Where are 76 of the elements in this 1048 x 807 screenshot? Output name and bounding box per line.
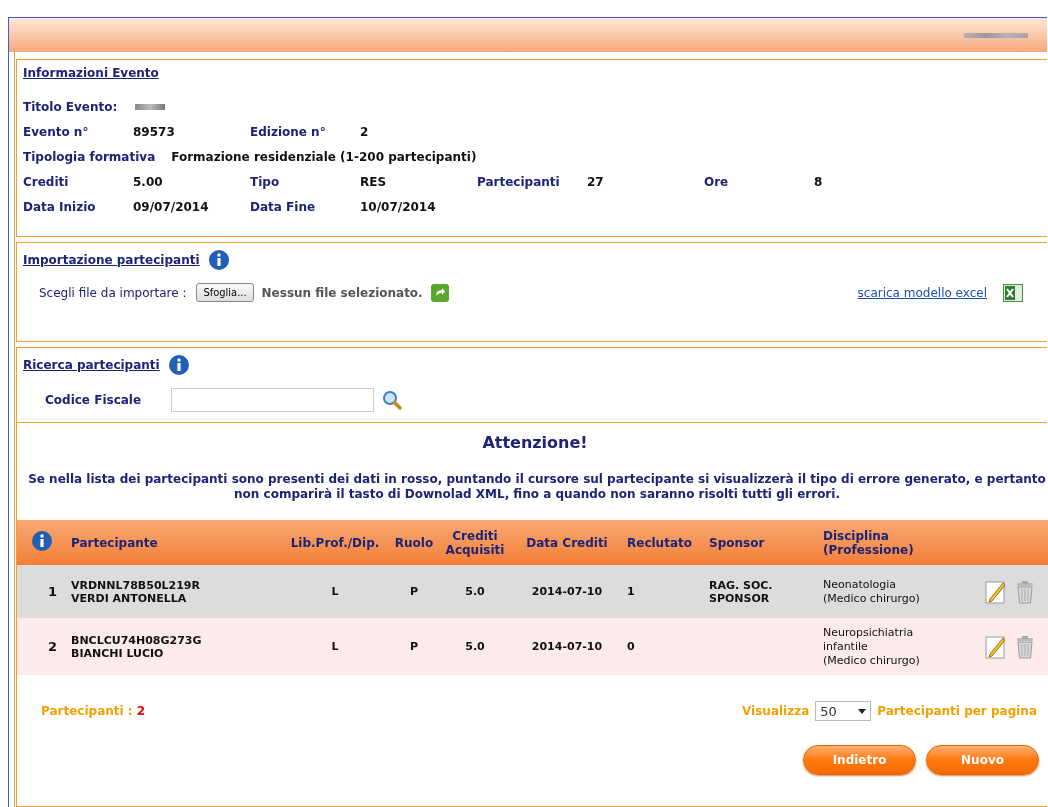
field-label: Partecipanti: [477, 175, 561, 189]
field-value: 10/07/2014: [360, 200, 437, 214]
participant-name: VERDI ANTONELLA: [71, 591, 188, 605]
section-heading[interactable]: Importazione partecipanti: [23, 253, 200, 267]
field-label: Partecipanti per pagina: [877, 704, 1037, 718]
column-header: Disciplina (Professione): [819, 520, 981, 565]
template-link[interactable]: scarica modello excel: [857, 285, 987, 300]
field-value: 5.00: [133, 175, 164, 189]
section-heading[interactable]: Informazioni Evento: [23, 66, 1041, 80]
file-status: Nessun file selezionato.: [261, 285, 423, 300]
blurred-text: [135, 104, 166, 110]
discipline: Neuropsichiatria infantile: [823, 625, 915, 654]
spreadsheet-icon[interactable]: [1003, 283, 1023, 302]
warning-message: Se nella lista dei partecipanti sono presenti dei dati in rosso, puntando il cursore sul partecipante si visualizzerà il tipo di errore generato, e pertanto non comparirà il tasto di Downolad XML, fino a quando non saranno risolti tutti gli errori.: [27, 472, 1047, 502]
edit-icon[interactable]: [985, 579, 1007, 604]
field-value: 09/07/2014: [133, 200, 210, 214]
field-label: Crediti: [23, 175, 70, 189]
table-cell: P: [409, 640, 419, 653]
table-cell: RAG. SOC. SPONSOR: [709, 578, 773, 605]
column-header: Reclutato: [623, 520, 705, 565]
table-cell: 5.0: [465, 585, 485, 598]
column-header: Sponsor: [705, 520, 819, 565]
table-row[interactable]: 2 BNCLCU74H08G273G BIANCHI LUCIO L P 5.0 2014-07-10 0 Neuropsichiatria infantile (Medico chirurgo): [17, 618, 1048, 675]
field-value: Formazione residenziale (1-200 partecipanti): [171, 150, 477, 164]
field-value: 8: [814, 175, 824, 189]
info-icon[interactable]: [207, 249, 230, 271]
field-label: Ore: [704, 175, 730, 189]
blurred-text: [964, 32, 1028, 38]
field-label: Data Inizio: [23, 200, 97, 214]
fiscal-code: VRDNNL78B50L219R: [71, 578, 201, 592]
fiscal-code: BNCLCU74H08G273G: [71, 633, 203, 647]
field-label: Scegli file da importare :: [39, 285, 187, 300]
row-number: 1: [17, 565, 67, 618]
browse-button[interactable]: Sfoglia...: [196, 283, 254, 302]
column-header: Ruolo: [389, 520, 439, 565]
search-field[interactable]: [171, 388, 374, 412]
per-page-dropdown[interactable]: 50: [815, 701, 872, 721]
field-label: Data Fine: [250, 200, 317, 214]
table-cell: L: [331, 640, 339, 653]
field-label: Codice Fiscale: [45, 393, 143, 407]
column-header: Crediti Acquisiti: [439, 520, 511, 565]
trash-icon[interactable]: [1015, 634, 1035, 659]
field-value: 2: [360, 125, 370, 139]
column-header: Partecipante: [67, 520, 281, 565]
participant-name: BIANCHI LUCIO: [71, 646, 165, 660]
profession: (Medico chirurgo): [823, 591, 921, 606]
field-label: Evento n°: [23, 125, 90, 139]
caret-icon: [858, 708, 867, 714]
column-header: Lib.Prof./Dip.: [281, 520, 389, 565]
field-label: Edizione n°: [250, 125, 327, 139]
table-cell: 1: [627, 585, 635, 598]
table-cell: 5.0: [465, 640, 485, 653]
table-cell: 2014-07-10: [531, 585, 603, 598]
edit-icon[interactable]: [985, 634, 1007, 659]
field-label: Tipologia formativa: [23, 150, 156, 164]
column-header: Data Crediti: [511, 520, 623, 565]
warning-title: Attenzione!: [481, 433, 589, 452]
field-label: Tipo: [250, 175, 281, 189]
section-heading[interactable]: Ricerca partecipanti: [23, 358, 160, 372]
profession: (Medico chirurgo): [823, 653, 921, 668]
table-cell: 0: [627, 640, 635, 653]
table-cell: 2014-07-10: [531, 640, 603, 653]
table-cell: L: [331, 585, 339, 598]
discipline: Neonatologia: [823, 577, 898, 592]
field-value: RES: [360, 175, 388, 189]
table-row[interactable]: 1 VRDNNL78B50L219R VERDI ANTONELLA L P 5.0 2014-07-10 1 RAG. SOC. SPONSOR Neonatologia (Medico chirurgo): [17, 565, 1048, 618]
info-icon[interactable]: [167, 354, 190, 376]
row-number: 2: [17, 618, 67, 675]
field-value: 89573: [133, 125, 176, 139]
info-icon[interactable]: [31, 530, 53, 552]
field-value: 27: [587, 175, 605, 189]
table-cell: P: [409, 585, 419, 598]
field-label: Titolo Evento:: [23, 100, 118, 114]
participant-count: Partecipanti : 2: [41, 704, 146, 718]
search-icon[interactable]: [382, 390, 402, 410]
field-label: Visualizza: [742, 704, 810, 718]
